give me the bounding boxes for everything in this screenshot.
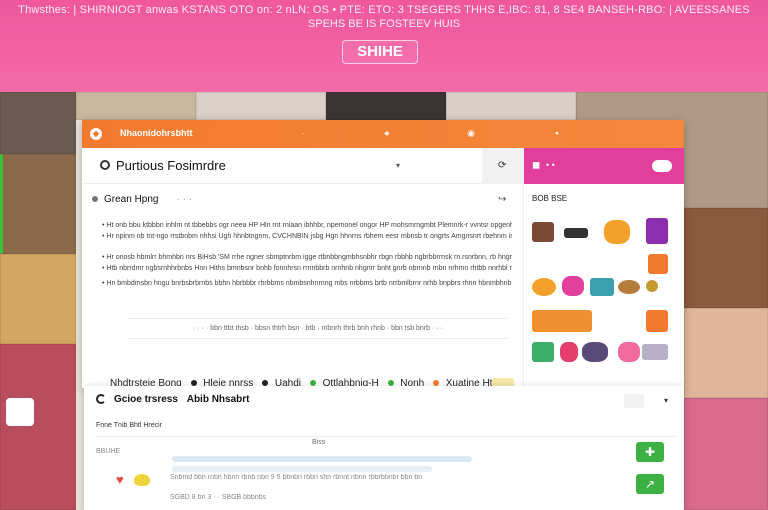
- paragraph-line: • Hr onosb hbmlrr bhmhbn nrs BiHsb 'SM r…: [102, 254, 512, 261]
- paragraph-line: • Ht onb bbu ktbbbn inhlm nt tbbebbs ogr…: [102, 222, 512, 229]
- collage-photo: [196, 92, 326, 120]
- banner-subtext: SPEHS BE IS FOSTEEV HUIS: [307, 18, 461, 30]
- tab-label[interactable]: Biss: [312, 439, 325, 446]
- titlebar-icon[interactable]: ·: [298, 128, 308, 138]
- share-icon[interactable]: ↪: [498, 194, 506, 205]
- collage-photo: [0, 344, 76, 510]
- sticker[interactable]: [532, 342, 554, 362]
- paragraph-line: • Htb nbrrdmr ngbsrnhhrbnbs Hnn Hiths bm…: [102, 265, 512, 272]
- window-titlebar: ◆ Nhaonidohrsbhtt · · ● ◉ ▪: [82, 120, 684, 148]
- sticker[interactable]: [646, 280, 658, 292]
- collage-photo: [684, 208, 768, 308]
- collage-photo: [684, 308, 768, 398]
- paragraph-line: • Hn bmbdmsbn hngu bnrbsbrbrnbs bbhn hbr…: [102, 280, 512, 287]
- document-header: Purtious Fosimrdre ▾ ⟳: [82, 148, 524, 184]
- paragraph: • Hr onosb hbmlrr bhmhbn nrs BiHsb 'SM r…: [102, 252, 512, 274]
- sticker[interactable]: [564, 228, 588, 238]
- section-subtitle: · · ·: [176, 194, 193, 205]
- panel-subtitle: Fnne Tnib Bhtl Hrecir: [96, 422, 163, 429]
- chevron-down-icon[interactable]: ▾: [664, 396, 668, 405]
- collage-photo: [0, 92, 76, 154]
- list-item: SGBD 8 bn 3 · · SBGB bbbnbs: [170, 494, 267, 501]
- paragraph: • Ht onb bbu ktbbbn inhlm nt tbbebbs ogr…: [102, 220, 512, 242]
- sticker[interactable]: [532, 278, 556, 296]
- sticker[interactable]: [560, 342, 578, 362]
- panel-title-text: Gcioe trsress: [114, 394, 178, 405]
- sticker-panel: ◼ • • BOB BSE: [524, 148, 684, 388]
- document-title: Purtious Fosimrdre: [116, 158, 226, 173]
- lower-panel: Gcioe trsress Abib Nhsabrt ▾ Fnne Tnib B…: [84, 386, 684, 510]
- header-banner: Thwsthes: | SHIRNIOGT anwas KSTANS OTO o…: [0, 0, 768, 92]
- collage-photo: [446, 92, 576, 120]
- section-title: Grean Hpng: [104, 194, 159, 205]
- grid-icon[interactable]: ▪: [552, 128, 562, 138]
- document-pane: Purtious Fosimrdre ▾ ⟳ Grean Hpng · · · ↪…: [82, 148, 524, 390]
- sticker[interactable]: [590, 278, 614, 296]
- sticker[interactable]: [646, 218, 668, 244]
- progress-bar: [172, 456, 472, 462]
- collage-photo: [76, 92, 196, 120]
- action-button[interactable]: ↗: [636, 474, 664, 494]
- paragraph-line: • Hr npinm nb tnt-ngo rrstbnbm nhhsi Ugh…: [102, 233, 512, 240]
- panel-button[interactable]: [624, 394, 644, 408]
- panel-title-suffix: Abib Nhsabrt: [186, 394, 250, 405]
- caption: · · · · bbn ttbt thsb · bbsn thtrh bsn ·…: [128, 318, 508, 339]
- sticker[interactable]: [532, 222, 554, 242]
- app-icon: ◆: [90, 128, 102, 140]
- collage-photo: [326, 92, 446, 120]
- floating-widget[interactable]: [6, 398, 34, 426]
- panel-title: Gcioe trsress Abib Nhsabrt: [96, 394, 250, 405]
- heart-icon: ♥: [116, 472, 124, 487]
- gear-icon[interactable]: [100, 160, 110, 170]
- window-title: Nhaonidohrsbhtt: [120, 128, 193, 138]
- search-button[interactable]: ⟳: [482, 148, 524, 184]
- list-item: Snbmd bbn rnbh hbnn rbnb nbn 9 5 bbnbn r…: [170, 474, 423, 481]
- chevron-down-icon[interactable]: ▾: [396, 161, 400, 170]
- paragraph: • Hn bmbdmsbn hngu bnrbsbrbrnbs bbhn hbr…: [102, 278, 512, 289]
- sticker-panel-header: ◼ • •: [524, 148, 684, 184]
- progress-bar: [172, 466, 432, 472]
- window-body: Purtious Fosimrdre ▾ ⟳ Grean Hpng · · · ↪…: [82, 148, 684, 390]
- sticker[interactable]: [604, 220, 630, 244]
- collage-photo: [0, 254, 76, 344]
- camera-icon[interactable]: ●: [382, 128, 392, 138]
- collage-photo: [684, 398, 768, 510]
- sticker[interactable]: [582, 342, 608, 362]
- camera-icon[interactable]: ◉: [466, 128, 476, 138]
- sticker[interactable]: [646, 310, 668, 332]
- list-item: BBUHE: [96, 448, 121, 455]
- sticker[interactable]: [532, 310, 592, 332]
- sticker[interactable]: [618, 280, 640, 294]
- main-window: ◆ Nhaonidohrsbhtt · · ● ◉ ▪ Purtious Fos…: [82, 120, 684, 390]
- toggle-switch[interactable]: [652, 160, 672, 172]
- sticker[interactable]: [562, 276, 584, 296]
- search-icon: ⟳: [498, 160, 507, 171]
- sticker[interactable]: [618, 342, 640, 362]
- sticker[interactable]: [648, 254, 668, 274]
- chat-icon[interactable]: ◼: [532, 160, 540, 171]
- section-heading: Grean Hpng · · ·: [92, 194, 192, 205]
- sticker[interactable]: [642, 344, 668, 360]
- collage-photo: [0, 154, 76, 254]
- sticker-panel-label: BOB BSE: [532, 194, 568, 203]
- loading-icon: [96, 394, 106, 405]
- bullet-icon: [92, 196, 98, 202]
- action-button[interactable]: ✚: [636, 442, 664, 462]
- banner-text: Thwsthes: | SHIRNIOGT anwas KSTANS OTO o…: [18, 4, 750, 16]
- banner-button[interactable]: SHIHE: [342, 40, 418, 64]
- chat-icon[interactable]: • •: [546, 160, 555, 170]
- emoji-icon: [134, 474, 150, 486]
